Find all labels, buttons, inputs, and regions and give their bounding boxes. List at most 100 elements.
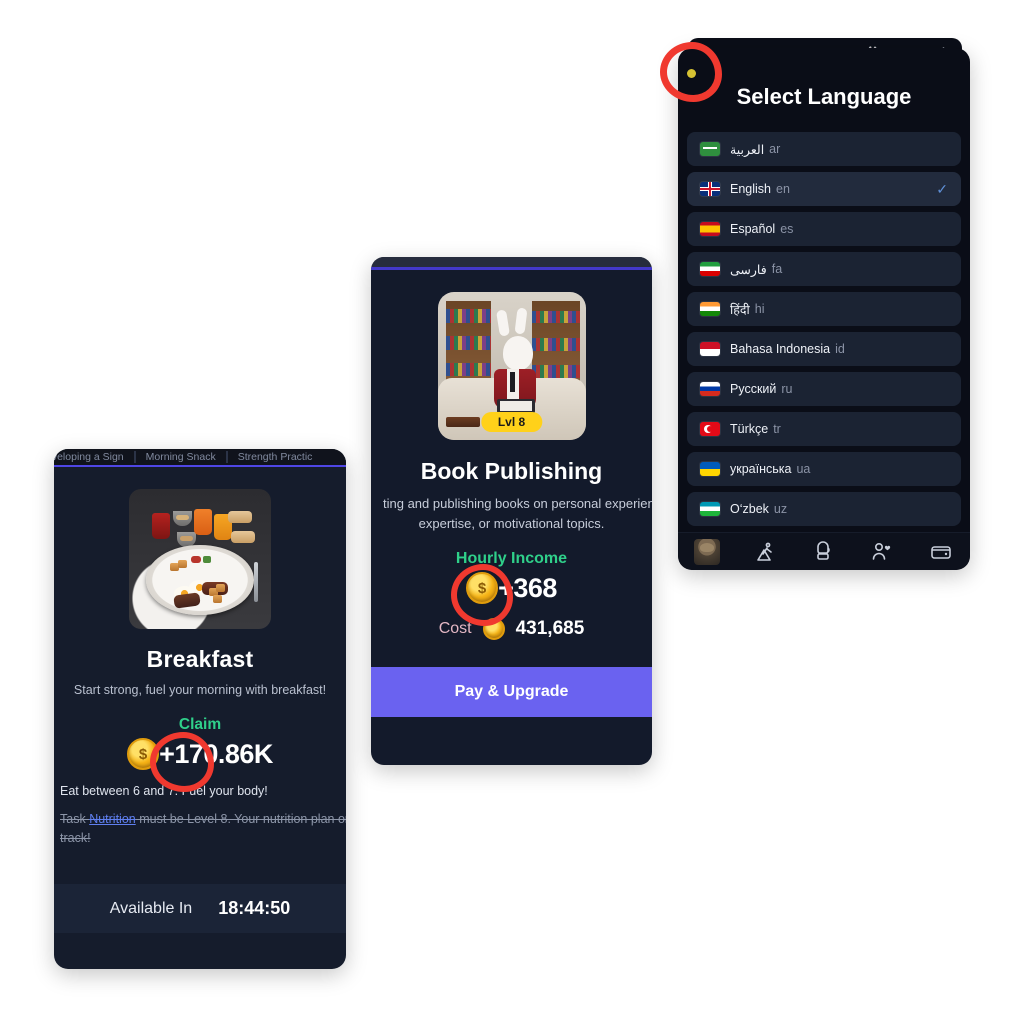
screenshot-canvas: eveloping a Sign Morning Snack Strength … <box>0 0 1024 1024</box>
book-publishing-photo: Lvl 8 <box>437 292 586 440</box>
coin-icon <box>482 618 505 640</box>
language-code: tr <box>773 422 781 436</box>
language-item-ru[interactable]: Русский ru <box>687 372 961 406</box>
task-category-tabs[interactable]: eveloping a Sign Morning Snack Strength … <box>54 449 346 467</box>
mining-pickaxe-icon[interactable] <box>753 540 779 564</box>
language-item-ar[interactable]: العربية ar <box>687 132 961 166</box>
tab-strength-practice[interactable]: Strength Practic <box>228 451 323 463</box>
hourly-income-value: +368 <box>498 572 557 603</box>
book-publishing-upgrade-card: Lvl 8 Book Publishing ting and publishin… <box>371 257 652 765</box>
language-code: ua <box>796 462 811 476</box>
language-item-uz[interactable]: O‘zbek uz <box>687 492 961 526</box>
floor-book <box>446 416 481 427</box>
requirement-prefix: Task <box>60 812 90 826</box>
language-item-id[interactable]: Bahasa Indonesia id <box>687 332 961 366</box>
claim-amount-value: +170.86K <box>159 738 273 769</box>
language-code: ar <box>769 142 781 156</box>
card-top-strip <box>371 257 652 267</box>
flag-icon-in <box>700 302 720 316</box>
available-in-label: Available In <box>109 899 193 917</box>
language-code: id <box>835 342 845 356</box>
description-line-1: ting and publishing books on personal ex… <box>383 496 652 511</box>
language-code: es <box>780 222 794 236</box>
language-item-ua[interactable]: українська ua <box>687 452 961 486</box>
boxing-glove-icon[interactable] <box>811 540 837 564</box>
toast-plate-bottom <box>231 531 256 543</box>
tab-developing-a-sign[interactable]: eveloping a Sign <box>54 451 134 463</box>
flag-icon-id <box>700 342 720 356</box>
drink-glass-orange <box>194 508 213 535</box>
flag-icon-sa <box>700 142 720 156</box>
language-name: Bahasa Indonesia <box>730 342 831 356</box>
breakfast-requirement: Task Nutrition must be Level 8. Your nut… <box>60 810 346 849</box>
rabbit-ear <box>496 309 511 337</box>
language-item-tr[interactable]: Türkçe tr <box>687 412 961 446</box>
language-name: Español <box>730 222 776 236</box>
yellow-dot-indicator <box>687 69 696 78</box>
select-language-panel: Select Language العربية ar English en ✓ <box>678 48 970 570</box>
flag-icon-tr <box>700 422 720 436</box>
language-name: English <box>730 182 771 196</box>
language-name: हिंदी <box>730 302 750 317</box>
coin-icon: $ <box>127 738 160 770</box>
claim-label: Claim <box>178 716 222 733</box>
open-book <box>496 398 535 413</box>
drink-glass-red <box>151 512 170 539</box>
check-icon: ✓ <box>936 180 948 197</box>
breakfast-plate <box>146 545 254 615</box>
cost-row: Cost 431,685 <box>383 618 640 640</box>
language-item-fa[interactable]: فارسی fa <box>687 252 961 286</box>
breakfast-photo <box>129 489 271 629</box>
rabbit-head <box>502 336 533 371</box>
coin-icon: $ <box>466 572 499 604</box>
rabbit-tie <box>510 371 516 392</box>
flag-icon-gb <box>700 182 720 196</box>
available-in-timer: 18:44:50 <box>218 898 291 918</box>
cost-label: Cost <box>438 620 472 637</box>
flag-icon-ru <box>700 382 720 396</box>
language-name: العربية <box>730 142 765 157</box>
language-item-es[interactable]: Español es <box>687 212 961 246</box>
bottom-navigation-bar[interactable] <box>678 532 970 570</box>
hourly-income-row: $ +368 <box>383 564 640 626</box>
breakfast-note: Eat between 6 and 7. Fuel your body! <box>60 784 268 798</box>
tab-morning-snack[interactable]: Morning Snack <box>136 451 226 463</box>
breakfast-subtitle: Start strong, fuel your morning with bre… <box>73 683 327 697</box>
language-name: Русский <box>730 382 777 396</box>
avatar-icon[interactable] <box>694 538 721 565</box>
language-code: ru <box>781 382 793 396</box>
language-item-hi[interactable]: हिंदी hi <box>687 292 961 326</box>
wallet-icon[interactable] <box>928 540 954 564</box>
fork-icon <box>254 561 259 602</box>
description-line-2: expertise, or motivational topics. <box>418 515 605 531</box>
language-name: українська <box>730 462 792 476</box>
language-code: fa <box>771 262 783 276</box>
language-code: en <box>776 182 790 196</box>
bacon <box>173 592 201 609</box>
language-name: O‘zbek <box>730 502 769 516</box>
book-card-body: Lvl 8 Book Publishing ting and publishin… <box>371 270 652 640</box>
toast-plate-top <box>228 511 253 524</box>
cereal-bowl <box>173 511 193 527</box>
available-in-footer: Available In 18:44:50 <box>54 884 346 933</box>
pay-and-upgrade-button[interactable]: Pay & Upgrade <box>371 667 652 717</box>
breakfast-card-body: Breakfast Start strong, fuel your mornin… <box>54 467 346 849</box>
language-item-en[interactable]: English en ✓ <box>687 172 961 206</box>
flag-icon-uz <box>700 502 720 516</box>
language-list: العربية ar English en ✓ Español es فارسی… <box>678 132 970 526</box>
breakfast-title: Breakfast <box>146 646 254 672</box>
language-name: Türkçe <box>730 422 769 436</box>
book-publishing-title: Book Publishing <box>420 458 603 484</box>
book-publishing-description: ting and publishing books on personal ex… <box>383 494 652 533</box>
language-code: hi <box>754 302 765 316</box>
hourly-income-label: Hourly Income <box>455 550 568 567</box>
friends-icon[interactable] <box>869 540 895 564</box>
rabbit-ear <box>514 307 528 335</box>
breakfast-task-card: eveloping a Sign Morning Snack Strength … <box>54 449 346 969</box>
claim-amount-row: $ +170.86K <box>68 732 332 792</box>
cost-value: 431,685 <box>515 618 585 639</box>
level-badge: Lvl 8 <box>480 412 543 432</box>
flag-icon-ua <box>700 462 720 476</box>
requirement-link-nutrition[interactable]: Nutrition <box>89 812 136 826</box>
select-language-title: Select Language <box>736 84 912 109</box>
